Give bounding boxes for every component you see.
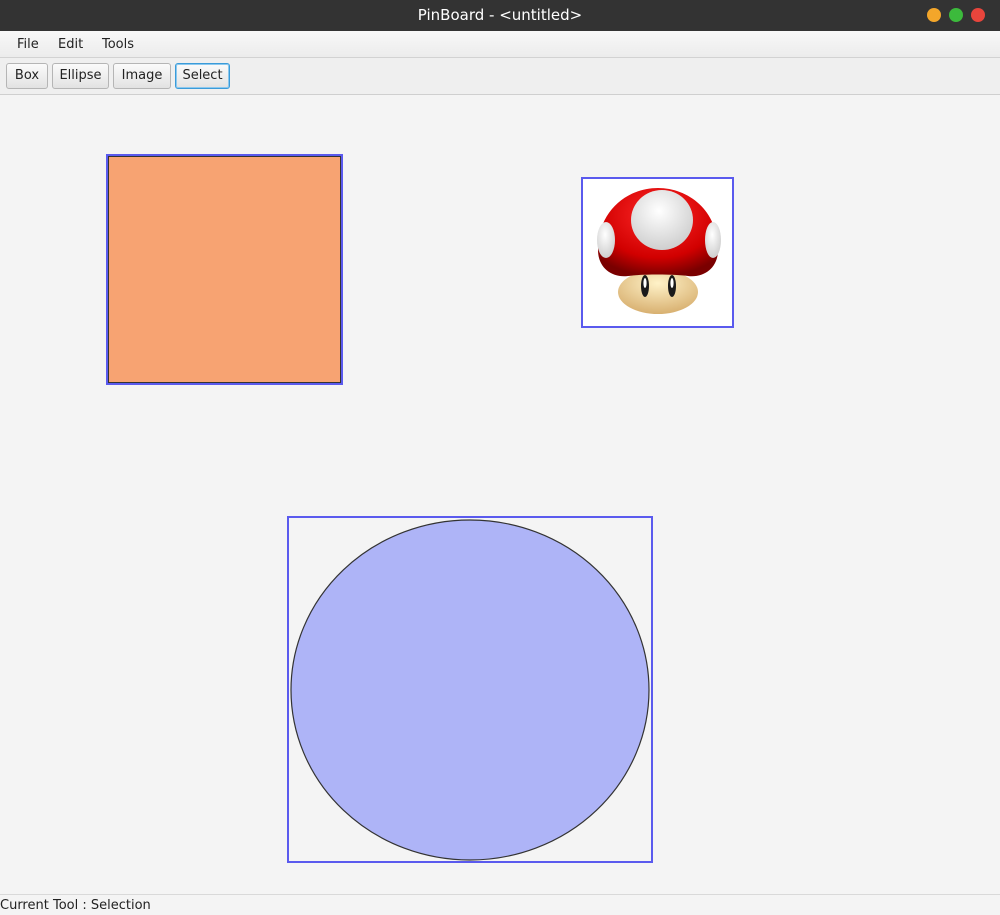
title-bar: PinBoard - <untitled> <box>0 0 1000 31</box>
box-tool-button[interactable]: Box <box>6 63 48 89</box>
box-fill <box>108 156 341 383</box>
close-button[interactable] <box>971 8 985 22</box>
drawing-canvas[interactable] <box>0 95 1000 894</box>
status-bar: Current Tool : Selection <box>0 894 1000 915</box>
toolbar: Box Ellipse Image Select <box>0 58 1000 95</box>
ellipse-graphic <box>290 519 650 861</box>
ellipse-shape[interactable] <box>287 516 653 863</box>
menu-file[interactable]: File <box>9 31 47 58</box>
image-tool-button[interactable]: Image <box>113 63 171 89</box>
minimize-button[interactable] <box>927 8 941 22</box>
menu-bar: File Edit Tools <box>0 31 1000 58</box>
menu-tools[interactable]: Tools <box>94 31 142 58</box>
ellipse-tool-button[interactable]: Ellipse <box>52 63 109 89</box>
maximize-button[interactable] <box>949 8 963 22</box>
mushroom-icon <box>597 188 721 314</box>
select-tool-button[interactable]: Select <box>175 63 230 89</box>
box-shape[interactable] <box>106 154 343 385</box>
window-title: PinBoard - <untitled> <box>417 6 583 24</box>
menu-edit[interactable]: Edit <box>50 31 91 58</box>
status-text: Current Tool : Selection <box>0 898 151 913</box>
image-shape[interactable] <box>581 177 734 328</box>
